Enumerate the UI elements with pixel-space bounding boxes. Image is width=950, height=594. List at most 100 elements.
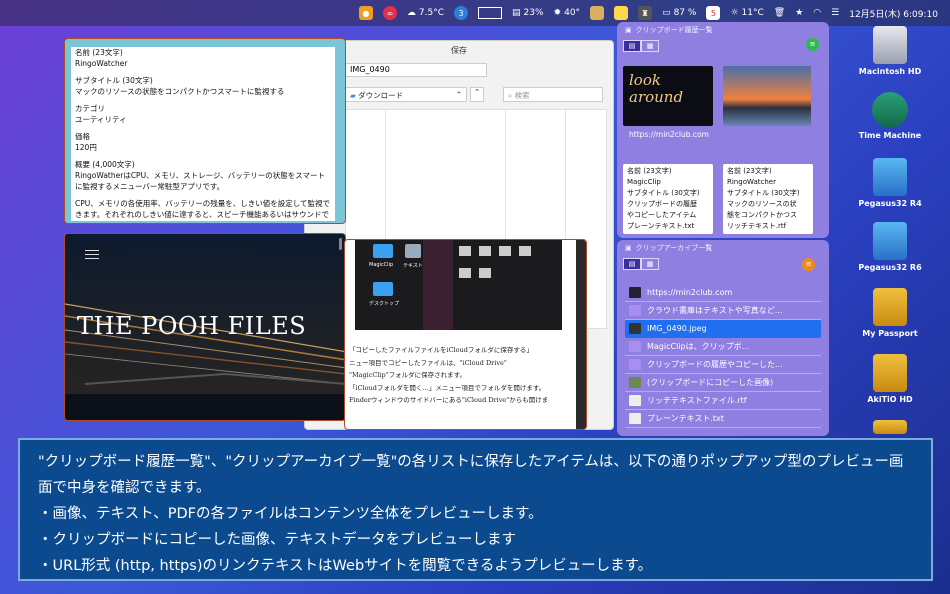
sun-icon: ✹ <box>553 8 562 18</box>
archive-item-label: リッチテキストファイル.rtf <box>647 396 747 405</box>
history-panel-title: クリップボード履歴一覧 <box>635 26 713 34</box>
location-popup[interactable]: ▰ ダウンロード ⌃ <box>345 87 467 102</box>
pdf-preview-popup[interactable]: MagicClip テキスト デスクトップ 「コピーしたファイルファイルをiCl… <box>344 239 587 430</box>
save-dialog-title: 保存 <box>451 46 467 55</box>
preview-line: RingoWatcher <box>75 59 128 68</box>
bars-icon: ▤ <box>512 8 521 18</box>
image-file-icon <box>629 323 641 334</box>
desktop-icon-label: Macintosh HD <box>858 67 922 76</box>
shot-label: テキスト <box>403 263 423 269</box>
menubar-trash[interactable]: 🗑 <box>774 8 785 18</box>
menubar-star[interactable]: ★ <box>795 8 803 18</box>
archive-item-url[interactable]: https://min2club.com <box>625 284 821 302</box>
menubar-clock[interactable]: 12月5日(木) 6:09:10 <box>849 7 938 20</box>
text-preview-content: 名前 (23文字) RingoWatcher サブタイトル (30文字) マックのリ… <box>71 47 335 221</box>
search-field[interactable]: ⌕ 検索 <box>503 87 603 102</box>
embedded-screenshot: MagicClip テキスト デスクトップ <box>355 240 562 330</box>
menubar-link-item[interactable]: ∞ <box>382 6 397 20</box>
desktop-icon-time-machine[interactable]: Time Machine <box>830 92 950 140</box>
menubar-graph-item[interactable] <box>478 7 503 19</box>
desktop-icon-label: Pegasus32 R6 <box>858 263 922 272</box>
archive-item-txt[interactable]: プレーンテキスト.txt <box>625 410 821 428</box>
desktop-icon-label: Time Machine <box>858 131 922 140</box>
text-clip-icon <box>629 359 641 370</box>
archive-menu-button[interactable]: ≡ <box>802 258 815 271</box>
card-line: リッチテキスト.rtf <box>727 222 787 230</box>
menubar-battery-pct[interactable]: ▤ 23% <box>512 8 544 18</box>
menubar-weather2[interactable]: ☼ 11°C <box>730 8 763 18</box>
desktop-icon-my-passport[interactable]: My Passport <box>830 288 950 338</box>
grid-view-button[interactable]: ▦ <box>641 258 659 270</box>
card-line: RingoWatcher <box>727 178 776 186</box>
preview-line: RingoWatherはCPU、メモリ、ストレージ、バッテリーの状態をスマートに… <box>75 171 326 191</box>
battery-readout: 87 % <box>673 8 697 18</box>
caption-line: "クリップボード履歴一覧"、"クリップアーカイブ一覧"の各リストに保存したアイテ… <box>38 454 904 496</box>
menubar-weather-item[interactable]: ☁ 7.5°C <box>407 8 444 18</box>
history-text-card[interactable]: 名前 (23文字) RingoWatcher サブタイトル (30文字) マック… <box>723 164 813 234</box>
percent-readout: 23% <box>523 8 544 18</box>
search-icon: ⌕ <box>508 91 513 100</box>
menubar-battery[interactable]: ▭ 87 % <box>662 8 696 18</box>
scrollbar[interactable] <box>339 238 342 250</box>
list-view-button[interactable]: ▤ <box>623 258 641 270</box>
clock-readout: 12月5日(木) 6:09:10 <box>849 9 938 20</box>
history-thumb-sunset[interactable] <box>723 66 811 126</box>
menubar-control[interactable]: ☰ <box>831 8 839 18</box>
desktop-icon-pegasus-r6[interactable]: Pegasus32 R6 <box>830 222 950 272</box>
archive-item-history[interactable]: クリップボードの履歴やコピーした... <box>625 356 821 374</box>
filename-field[interactable]: IMG_0490 <box>345 63 487 77</box>
archive-item-image-selected[interactable]: IMG_0490.jpeg <box>625 320 821 338</box>
card-line: プレーンテキスト.txt <box>627 222 695 230</box>
desktop-icon-pegasus-r4[interactable]: Pegasus32 R4 <box>830 158 950 208</box>
expand-button[interactable]: ⌃ <box>470 87 484 102</box>
archive-item-label: (クリップボードにコピーした画像) <box>647 378 774 387</box>
archive-item-magicclip[interactable]: MagicClipは、クリップボ... <box>625 338 821 356</box>
file-icon <box>405 244 421 258</box>
history-thumb-image[interactable]: look around <box>623 66 713 126</box>
menubar-app2[interactable] <box>614 6 629 20</box>
image-preview-popup[interactable]: THE POOH FILES <box>64 233 346 421</box>
clipboard-history-panel: ▣ クリップボード履歴一覧 ▤ ▦ ≡ look around https://m… <box>617 22 829 238</box>
cloud-icon: ☁ <box>406 8 416 18</box>
cpu-graph-icon <box>478 7 503 19</box>
menu-panel <box>423 240 453 330</box>
weather-temp: 7.5°C <box>418 8 445 18</box>
text-preview-popup[interactable]: 名前 (23文字) RingoWatcher サブタイトル (30文字) マックのリ… <box>64 38 346 224</box>
history-menu-button[interactable]: ≡ <box>806 38 819 51</box>
history-text-card[interactable]: 名前 (23文字) MagicClip サブタイトル (30文字) クリップボー… <box>623 164 713 234</box>
archive-panel-title: クリップアーカイブ一覧 <box>635 244 713 252</box>
menubar-wifi[interactable]: ◠ <box>813 8 821 18</box>
menubar-calendar[interactable]: 5 <box>706 6 721 20</box>
pdf-scrollbar[interactable] <box>576 240 586 429</box>
desktop-icon-extra[interactable] <box>830 420 950 437</box>
preview-line: 名前 (23文字) <box>75 48 123 57</box>
grid-view-button[interactable]: ▦ <box>641 40 659 52</box>
archive-item-cloud[interactable]: クラウド書庫はテキストや写真など... <box>625 302 821 320</box>
site-title: THE POOH FILES <box>77 312 307 340</box>
menu-icon[interactable] <box>85 250 99 262</box>
preview-line: 概要 (4,000文字) <box>75 160 135 169</box>
history-url[interactable]: https://min2club.com <box>629 130 709 139</box>
clipboard-icon: ▣ <box>625 26 632 34</box>
caption-line: ・画像、テキスト、PDFの各ファイルはコンテンツ全体をプレビューします。 <box>38 506 543 522</box>
menubar-sun-item[interactable]: ✹ 40° <box>554 8 581 18</box>
file-icon <box>459 268 471 278</box>
desktop-icon-label: Pegasus32 R4 <box>858 199 922 208</box>
time-machine-icon <box>872 92 908 128</box>
notes-icon <box>590 6 605 20</box>
archive-item-label: プレーンテキスト.txt <box>647 414 724 423</box>
text-clip-icon <box>629 341 641 352</box>
stickies-icon <box>614 6 629 20</box>
menubar-mic-item[interactable]: ● <box>358 6 373 20</box>
archive-item-copied-image[interactable]: (クリップボードにコピーした画像) <box>625 374 821 392</box>
preview-line: マックのリソースの状態をコンパクトかつスマートに監視する <box>75 87 285 96</box>
pdf-line: 「コピーしたファイルファイルをiCloudフォルダに保存する」 <box>349 346 533 354</box>
menubar-app3[interactable]: ♜ <box>638 6 653 20</box>
menubar-badge-item[interactable]: 3 <box>454 6 469 20</box>
robot-icon: ♜ <box>638 6 653 20</box>
desktop-icon-akitio-hd[interactable]: AkiTiO HD <box>830 354 950 404</box>
menubar-app1[interactable] <box>590 6 605 20</box>
desktop-icon-macintosh-hd[interactable]: Macintosh HD <box>830 26 950 76</box>
list-view-button[interactable]: ▤ <box>623 40 641 52</box>
archive-item-rtf[interactable]: リッチテキストファイル.rtf <box>625 392 821 410</box>
